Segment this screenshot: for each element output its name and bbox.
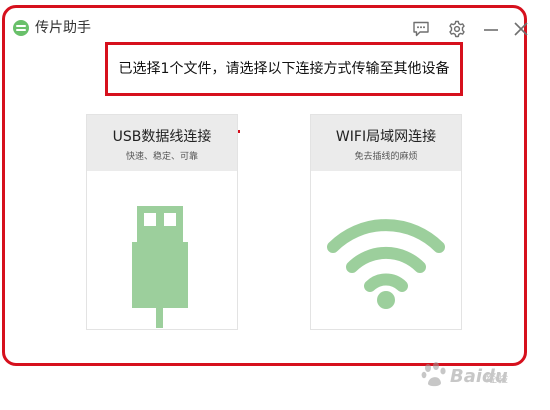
usb-plug-icon xyxy=(87,171,237,329)
app-logo-icon xyxy=(13,20,29,36)
usb-connection-option[interactable]: USB数据线连接 快速、稳定、可靠 xyxy=(86,114,238,330)
gear-icon[interactable] xyxy=(446,18,468,40)
selection-message: 已选择1个文件，请选择以下连接方式传输至其他设备 xyxy=(118,61,450,77)
close-icon[interactable] xyxy=(510,18,532,40)
wifi-option-title: WIFI局域网连接 xyxy=(335,129,437,145)
baidu-watermark: Baidu 经验 xyxy=(420,360,540,392)
wifi-option-header: WIFI局域网连接 免去插线的麻烦 xyxy=(311,115,461,171)
window-title: 传片助手 xyxy=(35,20,91,36)
usb-option-subtitle: 快速、稳定、可靠 xyxy=(125,152,198,162)
watermark-sub: 经验 xyxy=(486,372,508,385)
screenshot-stage: 传片助手 已选择1个文件，请选择以下连接方式传输至其他设备 USB数据线连接 快… xyxy=(0,0,550,410)
app-window: 传片助手 已选择1个文件，请选择以下连接方式传输至其他设备 USB数据线连接 快… xyxy=(2,5,528,366)
baidu-paw-icon xyxy=(421,362,446,387)
selection-message-box: 已选择1个文件，请选择以下连接方式传输至其他设备 xyxy=(105,42,463,96)
minimize-icon[interactable] xyxy=(480,18,502,40)
usb-option-title: USB数据线连接 xyxy=(112,129,212,145)
usb-option-header: USB数据线连接 快速、稳定、可靠 xyxy=(87,115,237,171)
wifi-connection-option[interactable]: WIFI局域网连接 免去插线的麻烦 xyxy=(310,114,462,330)
feedback-icon[interactable] xyxy=(410,18,432,40)
wifi-option-subtitle: 免去插线的麻烦 xyxy=(354,152,418,162)
wifi-icon xyxy=(311,171,461,329)
